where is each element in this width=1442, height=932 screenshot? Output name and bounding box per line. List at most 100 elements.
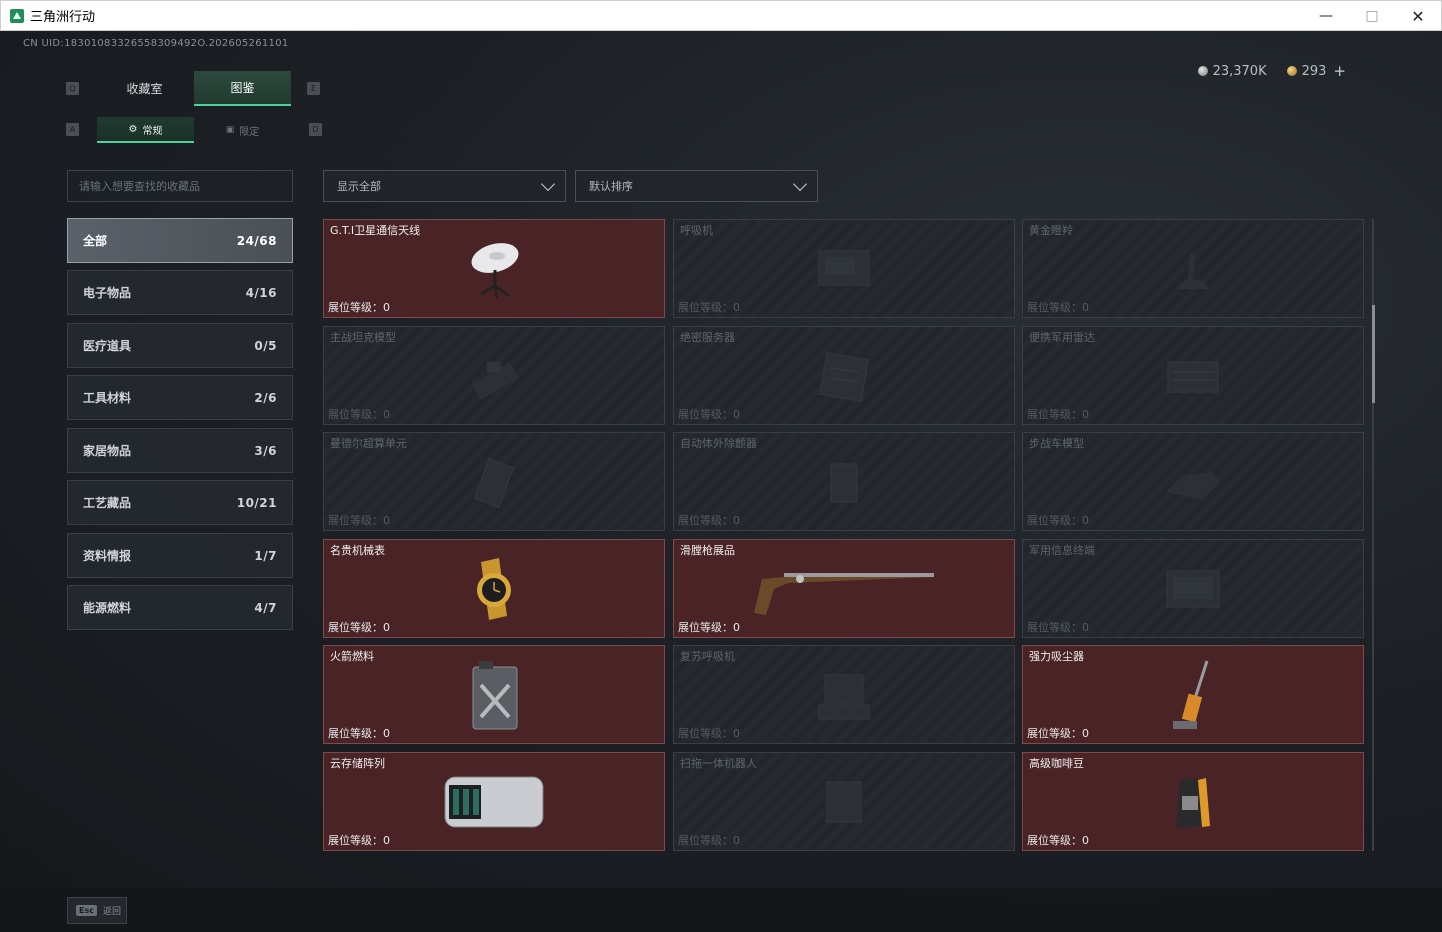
window-titlebar: 三角洲行动 — □ ✕: [0, 0, 1442, 31]
window-title: 三角洲行动: [30, 10, 96, 25]
item-name: 曼德尔超算单元: [330, 437, 407, 450]
item-level: 展位等级：0: [1027, 834, 1089, 847]
item-card[interactable]: 便携军用雷达 展位等级：0: [1022, 326, 1364, 425]
tab-limited-label: 限定: [239, 126, 260, 138]
item-card[interactable]: 呼吸机 展位等级：0: [673, 219, 1015, 318]
grid-scrollbar-thumb[interactable]: [1372, 305, 1375, 403]
category-medical[interactable]: 医疗道具 0/5: [67, 323, 293, 368]
filter-show-dropdown[interactable]: 显示全部: [323, 170, 566, 202]
maximize-button[interactable]: □: [1349, 1, 1395, 31]
item-name: 军用信息终端: [1029, 544, 1095, 557]
category-intel[interactable]: 资料情报 1/7: [67, 533, 293, 578]
item-level: 展位等级：0: [1027, 621, 1089, 634]
category-electronics[interactable]: 电子物品 4/16: [67, 270, 293, 315]
defibrillator-icon: [830, 463, 858, 502]
bottom-bar: [0, 888, 1442, 932]
item-level: 展位等级：0: [1027, 301, 1089, 314]
item-name: 火箭燃料: [330, 650, 374, 663]
category-label: 电子物品: [83, 286, 132, 300]
item-card[interactable]: 复苏呼吸机 展位等级：0: [673, 645, 1015, 744]
gold-coin-icon: [1286, 66, 1297, 76]
item-card[interactable]: 扫拖一体机器人 展位等级：0: [673, 752, 1015, 851]
server-icon: [819, 351, 869, 402]
category-fuel[interactable]: 能源燃料 4/7: [67, 585, 293, 630]
resus-ventilator-icon: [818, 674, 870, 719]
category-household[interactable]: 家居物品 3/6: [67, 428, 293, 473]
item-level: 展位等级：0: [678, 621, 740, 634]
chevron-down-icon: [792, 176, 808, 192]
tab-collection-room[interactable]: 收藏室: [96, 71, 193, 106]
chevron-down-icon: [540, 176, 556, 192]
close-button[interactable]: ✕: [1395, 1, 1441, 31]
item-card[interactable]: 绝密服务器 展位等级：0: [673, 326, 1015, 425]
gold-watch-icon: [477, 557, 511, 620]
item-card[interactable]: 名贵机械表 展位等级：0: [323, 539, 665, 638]
minimize-button[interactable]: —: [1303, 1, 1349, 31]
item-name: G.T.I卫星通信天线: [330, 224, 421, 237]
category-label: 资料情报: [83, 549, 132, 563]
item-level: 展位等级：0: [678, 514, 740, 527]
app-logo-icon: [10, 8, 24, 23]
item-level: 展位等级：0: [328, 301, 390, 314]
category-label: 能源燃料: [83, 601, 132, 615]
item-name: 名贵机械表: [330, 544, 385, 557]
category-count: 2/6: [254, 390, 277, 405]
tab-codex[interactable]: 图鉴: [194, 71, 291, 106]
tab-limited[interactable]: ▣ 限定: [194, 117, 291, 143]
sort-dropdown[interactable]: 默认排序: [575, 170, 818, 202]
item-card[interactable]: 强力吸尘器 展位等级：0: [1022, 645, 1364, 744]
musket-icon: [754, 572, 934, 615]
item-level: 展位等级：0: [1027, 408, 1089, 421]
category-label: 全部: [83, 234, 108, 248]
item-card[interactable]: 军用信息终端 展位等级：0: [1022, 539, 1364, 638]
item-card[interactable]: 火箭燃料 展位等级：0: [323, 645, 665, 744]
item-name: 云存储阵列: [330, 757, 385, 770]
key-hint-q: Q: [66, 82, 79, 95]
category-all[interactable]: 全部 24/68: [67, 218, 293, 263]
item-name: 呼吸机: [680, 224, 713, 237]
military-terminal-icon: [1166, 570, 1220, 607]
category-count: 10/21: [236, 495, 277, 510]
item-level: 展位等级：0: [678, 301, 740, 314]
key-hint-d: D: [309, 123, 322, 136]
category-tools[interactable]: 工具材料 2/6: [67, 375, 293, 420]
silver-coin-icon: [1197, 66, 1208, 76]
ifv-model-icon: [1166, 471, 1220, 500]
item-card[interactable]: 步战车模型 展位等级：0: [1022, 432, 1364, 531]
item-card[interactable]: 云存储阵列 展位等级：0: [323, 752, 665, 851]
item-name: 便携军用雷达: [1029, 331, 1095, 344]
item-card[interactable]: 曼德尔超算单元 展位等级：0: [323, 432, 665, 531]
item-card[interactable]: 滑膛枪展品 展位等级：0: [673, 539, 1015, 638]
item-name: 复苏呼吸机: [680, 650, 735, 663]
item-level: 展位等级：0: [678, 834, 740, 847]
silver-amount: 23,370K: [1212, 63, 1267, 79]
coffee-bag-icon: [1176, 777, 1210, 828]
item-level: 展位等级：0: [678, 408, 740, 421]
item-card[interactable]: 高级咖啡豆 展位等级：0: [1022, 752, 1364, 851]
item-name: 主战坦克模型: [330, 331, 396, 344]
item-level: 展位等级：0: [1027, 514, 1089, 527]
item-name: 绝密服务器: [680, 331, 735, 344]
item-name: 滑膛枪展品: [680, 544, 735, 557]
add-currency-button[interactable]: +: [1333, 62, 1346, 80]
radar-icon: [1167, 361, 1219, 392]
uid-label: CN UID:18301083326558309492O.20260526110…: [23, 38, 289, 49]
item-name: 自动体外除颤器: [680, 437, 757, 450]
regular-icon: ⚙: [128, 123, 138, 135]
key-hint-a: A: [66, 123, 79, 136]
back-button[interactable]: Esc 返回: [67, 897, 127, 924]
item-card[interactable]: 主战坦克模型 展位等级：0: [323, 326, 665, 425]
category-count: 0/5: [254, 338, 277, 353]
robot-vacuum-icon: [826, 781, 862, 822]
search-input[interactable]: 请输入想要查找的收藏品: [67, 170, 293, 202]
fuel-canister-icon: [472, 660, 518, 729]
storage-array-icon: [444, 776, 544, 827]
limited-icon: ▣: [225, 125, 235, 135]
tab-regular[interactable]: ⚙ 常规: [97, 117, 194, 143]
item-card[interactable]: G.T.I卫星通信天线 展位等级：0: [323, 219, 665, 318]
item-card[interactable]: 自动体外除颤器 展位等级：0: [673, 432, 1015, 531]
item-card[interactable]: 黄金瞪羚 展位等级：0: [1022, 219, 1364, 318]
item-level: 展位等级：0: [1027, 727, 1089, 740]
compute-unit-icon: [473, 457, 515, 508]
category-crafts[interactable]: 工艺藏品 10/21: [67, 480, 293, 525]
